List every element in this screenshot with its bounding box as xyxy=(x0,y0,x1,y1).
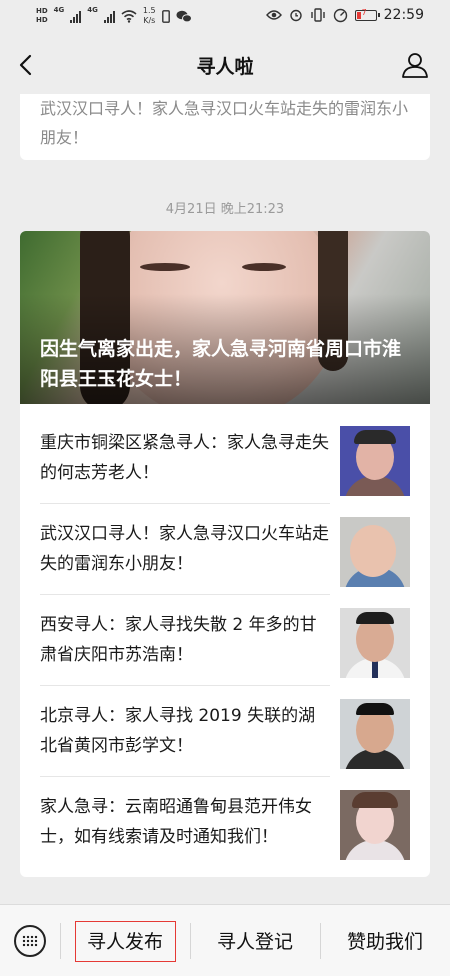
list-item-title: 武汉汉口寻人！家人急寻汉口火车站走失的雷润东小朋友！ xyxy=(40,524,329,574)
list-item-title: 家人急寻：云南昭通鲁甸县范开伟女士，如有线索请及时通知我们！ xyxy=(40,797,312,847)
hd-label-1: HD xyxy=(36,7,48,15)
vibrate-icon xyxy=(310,8,325,22)
item-separator xyxy=(40,503,330,504)
status-bar: HD HD 4G 4G 1.5 K/s 7 22:59 xyxy=(0,0,450,36)
hero-photo-eye-right xyxy=(242,263,286,271)
list-item-thumbnail xyxy=(340,517,410,587)
list-item[interactable]: 家人急寻：云南昭通鲁甸县范开伟女士，如有线索请及时通知我们！ xyxy=(40,778,410,868)
previous-message-card[interactable]: 武汉汉口寻人！家人急寻汉口火车站走失的雷润东小朋友！ xyxy=(20,94,430,160)
net-speed-value: 1.5 xyxy=(142,6,156,15)
battery-icon: 7 xyxy=(354,7,380,21)
page-title: 寻人啦 xyxy=(196,56,254,78)
menu-register-search-label: 寻人登记 xyxy=(216,931,293,953)
eye-icon xyxy=(265,10,282,20)
list-item[interactable]: 西安寻人：家人寻找失散 2 年多的甘肃省庆阳市苏浩南！ xyxy=(40,596,410,686)
menu-sponsor-us[interactable]: 赞助我们 xyxy=(320,905,450,976)
user-profile-icon[interactable] xyxy=(400,50,430,80)
network-speed: 1.5 K/s xyxy=(143,6,156,26)
clock: 22:59 xyxy=(383,7,424,23)
item-separator xyxy=(40,594,330,595)
network-type-2: 4G xyxy=(87,6,98,14)
menu-register-search[interactable]: 寻人登记 xyxy=(190,905,320,976)
menu-sponsor-us-label: 赞助我们 xyxy=(346,931,423,953)
net-speed-unit: K/s xyxy=(143,16,156,25)
keyboard-icon[interactable] xyxy=(14,925,46,957)
wifi-icon xyxy=(121,9,137,23)
list-item-thumbnail xyxy=(340,608,410,678)
hd-label-2: HD xyxy=(36,16,48,24)
item-separator xyxy=(40,776,330,777)
nav-bar: 寻人啦 xyxy=(0,36,450,94)
wechat-icon xyxy=(176,10,192,22)
battery-level: 7 xyxy=(361,7,367,17)
list-item-title: 重庆市铜梁区紧急寻人：家人急寻走失的何志芳老人！ xyxy=(40,433,329,483)
speedometer-icon xyxy=(333,8,347,22)
list-item-title: 西安寻人：家人寻找失散 2 年多的甘肃省庆阳市苏浩南！ xyxy=(40,615,317,665)
alarm-icon xyxy=(289,9,302,22)
selection-highlight-box xyxy=(75,921,176,962)
phone-icon xyxy=(161,9,170,23)
signal-icon-1 xyxy=(70,9,82,23)
list-item-thumbnail xyxy=(340,790,410,860)
article-card: 因生气离家出走，家人急寻河南省周口市淮阳县王玉花女士！ 重庆市铜梁区紧急寻人：家… xyxy=(20,231,430,877)
signal-icon-2 xyxy=(103,9,115,23)
network-type-1: 4G xyxy=(53,6,65,14)
hero-photo-eye-left xyxy=(140,263,190,271)
status-left-group: HD HD 4G 4G 1.5 K/s xyxy=(36,6,192,26)
list-item-thumbnail xyxy=(340,426,410,496)
message-timestamp: 4月21日 晚上21:23 xyxy=(165,202,285,217)
hero-title: 因生气离家出走，家人急寻河南省周口市淮阳县王玉花女士！ xyxy=(40,338,402,390)
status-right-group: 7 22:59 xyxy=(265,7,424,23)
previous-message-text: 武汉汉口寻人！家人急寻汉口火车站走失的雷润东小朋友！ xyxy=(40,99,409,147)
hd-indicator: HD HD xyxy=(36,7,48,25)
list-item[interactable]: 北京寻人：家人寻找 2019 失联的湖北省黄冈市彭学文！ xyxy=(40,687,410,777)
bottom-menu-bar: 寻人发布 寻人登记 赞助我们 xyxy=(0,904,450,976)
list-item[interactable]: 重庆市铜梁区紧急寻人：家人急寻走失的何志芳老人！ xyxy=(40,414,410,504)
list-item-thumbnail xyxy=(340,699,410,769)
item-separator xyxy=(40,685,330,686)
list-item-title: 北京寻人：家人寻找 2019 失联的湖北省黄冈市彭学文！ xyxy=(40,706,316,756)
list-item[interactable]: 武汉汉口寻人！家人急寻汉口火车站走失的雷润东小朋友！ xyxy=(40,505,410,595)
hero-article[interactable]: 因生气离家出走，家人急寻河南省周口市淮阳县王玉花女士！ xyxy=(20,231,430,404)
